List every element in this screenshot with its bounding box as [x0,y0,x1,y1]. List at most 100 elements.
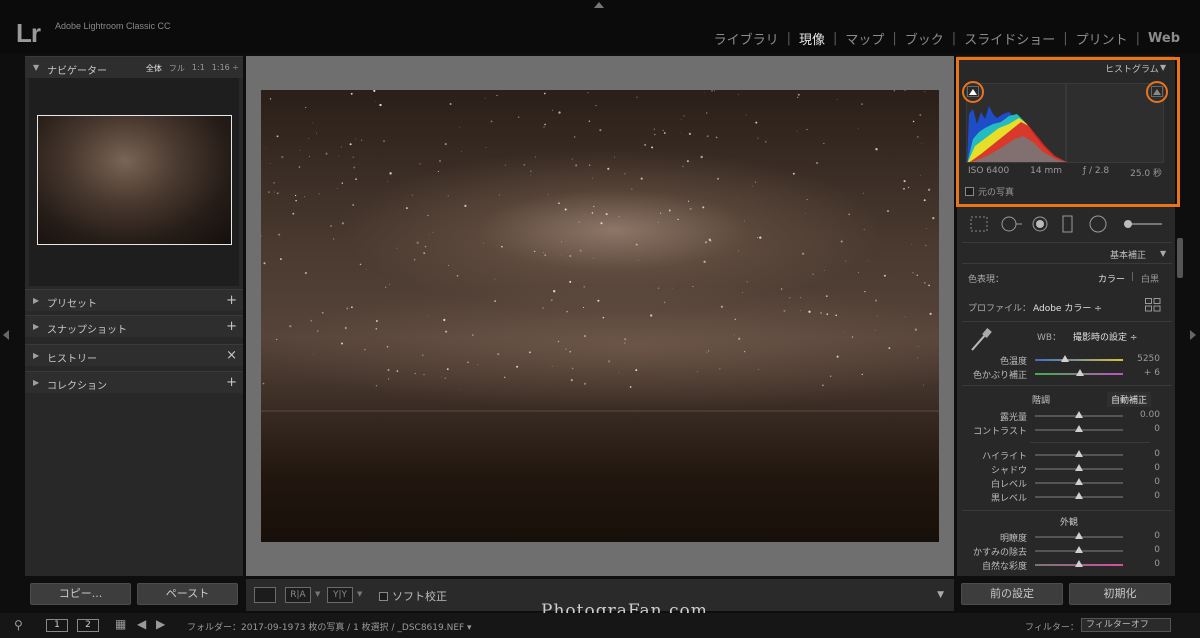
temp-slider-row[interactable]: 色温度 5250 [962,353,1172,367]
crop-tool-icon[interactable] [970,216,988,232]
highlights-slider-knob[interactable] [1075,450,1083,457]
dehaze-value[interactable]: 0 [1154,545,1160,555]
module-book[interactable]: ブック [899,29,950,48]
module-web[interactable]: Web [1142,31,1186,46]
treatment-bw-option[interactable]: 白黒 [1141,272,1159,285]
film-icon[interactable]: ⚲ [14,618,23,632]
wb-eyedropper-icon[interactable] [968,326,994,354]
secondary-display-button[interactable]: 2 [77,619,99,632]
primary-display-button[interactable]: 1 [46,619,68,632]
highlights-slider-row[interactable]: ハイライト 0 [962,448,1172,462]
wb-select[interactable]: 撮影時の設定 ÷ [1073,330,1137,343]
clarity-value[interactable]: 0 [1154,531,1160,541]
module-develop[interactable]: 現像 [793,29,831,48]
temp-slider-knob[interactable] [1061,355,1069,362]
history-header[interactable]: ▶ ヒストリー × [25,344,243,366]
presets-header[interactable]: ▶ プリセット + [25,289,243,311]
tint-slider-knob[interactable] [1076,369,1084,376]
shadows-slider-row[interactable]: シャドウ 0 [962,462,1172,476]
add-collection-icon[interactable]: + [226,375,237,390]
clear-history-icon[interactable]: × [226,348,237,363]
toolbar-menu-icon[interactable]: ▼ [937,590,944,600]
exposure-slider-knob[interactable] [1075,411,1083,418]
star [607,360,611,363]
star [289,325,292,328]
contrast-slider-knob[interactable] [1075,425,1083,432]
vibrance-slider-row[interactable]: 自然な彩度 0 [962,558,1172,572]
whites-slider-row[interactable]: 白レベル 0 [962,476,1172,490]
temp-slider-track[interactable] [1035,359,1123,361]
dropdown-arrow-icon[interactable]: ▼ [315,590,320,598]
soft-proof-checkbox[interactable] [379,591,388,601]
shadows-slider-knob[interactable] [1075,464,1083,471]
zoom-fit[interactable]: 全体 [146,63,162,74]
adjustment-brush-icon[interactable] [1124,220,1162,228]
contrast-slider-row[interactable]: コントラスト 0 [962,423,1172,437]
shadows-value[interactable]: 0 [1154,463,1160,473]
grid-icon[interactable]: ▦ [115,617,126,631]
tint-slider-row[interactable]: 色かぶり補正 + 6 [962,367,1172,381]
module-print[interactable]: プリント [1070,29,1134,48]
vibrance-value[interactable]: 0 [1154,559,1160,569]
exposure-value[interactable]: 0.00 [1140,410,1160,420]
zoom-custom[interactable]: 1:16 ÷ [212,63,239,74]
photo-count[interactable]: 73 枚の写真 / 1 枚選択 / _DSC8619.NEF ▾ [294,620,472,633]
collapse-top-arrow-icon[interactable] [594,2,604,8]
exposure-slider-row[interactable]: 露光量 0.00 [962,409,1172,423]
soft-proof-toggle[interactable]: ソフト校正 [379,588,447,604]
navigator-thumbnail[interactable] [37,115,232,245]
whites-value[interactable]: 0 [1154,477,1160,487]
paste-button[interactable]: ペースト [137,583,238,605]
navigator-preview[interactable] [29,78,239,286]
filter-select[interactable]: フィルターオフ [1081,618,1171,632]
profile-browser-icon[interactable] [1145,298,1161,312]
dehaze-slider-row[interactable]: かすみの除去 0 [962,544,1172,558]
tint-value[interactable]: + 6 [1144,368,1160,378]
star [383,140,385,143]
left-panel-toggle-icon[interactable] [3,330,9,340]
right-panel-toggle-icon[interactable] [1190,330,1196,340]
zoom-fill[interactable]: フル [169,63,185,74]
navigator-header[interactable]: ▼ ナビゲーター 全体 フル 1:1 1:16 ÷ [25,56,243,78]
blacks-slider-knob[interactable] [1075,492,1083,499]
add-preset-icon[interactable]: + [226,293,237,308]
before-after-tb-icon[interactable]: Y|Y [327,587,353,603]
collapse-triangle-icon[interactable]: ▼ [1160,249,1166,258]
forward-arrow-icon[interactable]: ▶ [156,617,165,631]
contrast-value[interactable]: 0 [1154,424,1160,434]
right-panel-scrollbar[interactable] [1177,238,1183,278]
temp-value[interactable]: 5250 [1137,354,1160,364]
reset-button[interactable]: 初期化 [1069,583,1171,605]
zoom-1-1[interactable]: 1:1 [192,63,205,74]
blacks-value[interactable]: 0 [1154,491,1160,501]
graduated-filter-icon[interactable] [1062,215,1073,233]
snapshots-header[interactable]: ▶ スナップショット + [25,315,243,337]
clarity-slider-row[interactable]: 明瞭度 0 [962,530,1172,544]
highlights-value[interactable]: 0 [1154,449,1160,459]
folder-path[interactable]: フォルダー：2017-09-19 [187,620,293,633]
auto-tone-button[interactable]: 自動補正 [1107,392,1152,407]
treatment-color-option[interactable]: カラー [1098,272,1125,285]
red-eye-icon[interactable] [1032,216,1048,232]
blacks-slider-row[interactable]: 黒レベル 0 [962,490,1172,504]
main-photo[interactable] [261,90,939,542]
previous-settings-button[interactable]: 前の設定 [961,583,1063,605]
star [298,166,301,168]
profile-select[interactable]: Adobe カラー ÷ [1033,301,1102,314]
module-map[interactable]: マップ [839,29,890,48]
module-library[interactable]: ライブラリ [708,29,785,48]
clarity-slider-knob[interactable] [1075,532,1083,539]
module-slideshow[interactable]: スライドショー [958,29,1061,48]
add-snapshot-icon[interactable]: + [226,319,237,334]
whites-slider-knob[interactable] [1075,478,1083,485]
copy-button[interactable]: コピー... [30,583,131,605]
vibrance-slider-knob[interactable] [1075,560,1083,567]
loupe-view-icon[interactable] [254,587,276,603]
collections-header[interactable]: ▶ コレクション + [25,371,243,393]
before-after-lr-icon[interactable]: R|A [285,587,311,603]
dehaze-slider-knob[interactable] [1075,546,1083,553]
spot-removal-icon[interactable] [1001,216,1022,232]
dropdown-arrow-icon[interactable]: ▼ [357,590,362,598]
radial-filter-icon[interactable] [1089,215,1107,233]
back-arrow-icon[interactable]: ◀ [137,617,146,631]
